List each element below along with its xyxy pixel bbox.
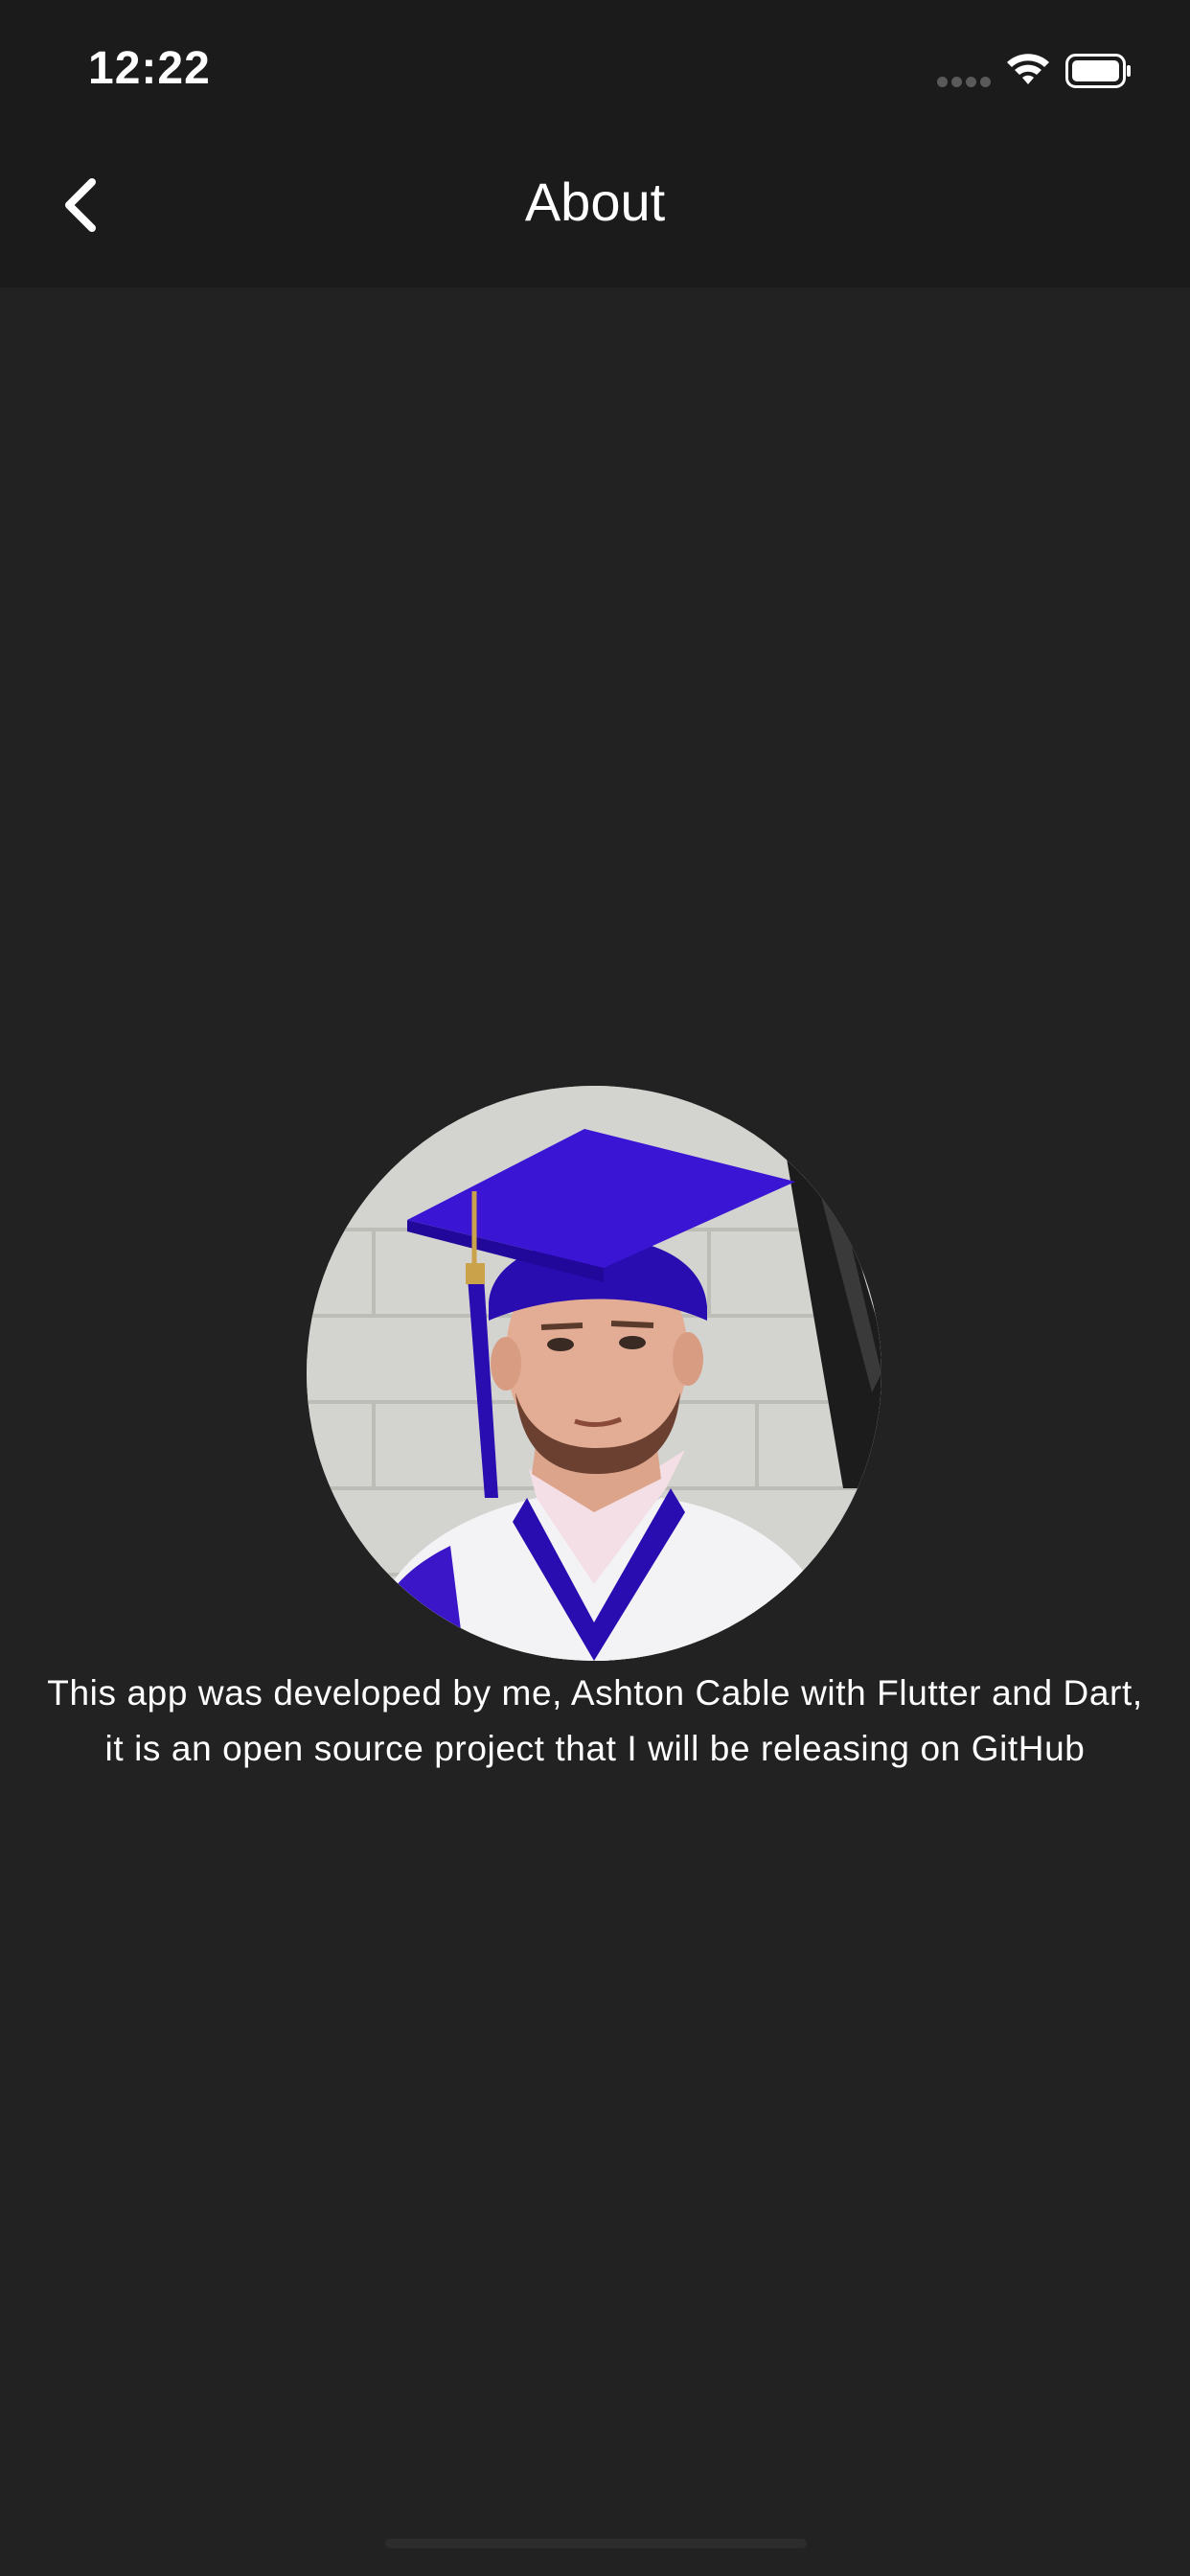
about-description: This app was developed by me, Ashton Cab… <box>47 1673 1143 1768</box>
app-bar: 12:22 About <box>0 0 1190 288</box>
page-title: About <box>524 172 666 232</box>
signal-dots-icon <box>937 77 995 88</box>
wifi-icon <box>1007 54 1049 84</box>
avatar <box>307 1086 881 1661</box>
battery-icon <box>1065 54 1131 88</box>
profile-photo <box>307 1086 881 1661</box>
home-indicator <box>385 2539 807 2548</box>
about-screen: 12:22 About This app was developed by me… <box>0 0 1190 2576</box>
status-time: 12:22 <box>88 43 211 94</box>
